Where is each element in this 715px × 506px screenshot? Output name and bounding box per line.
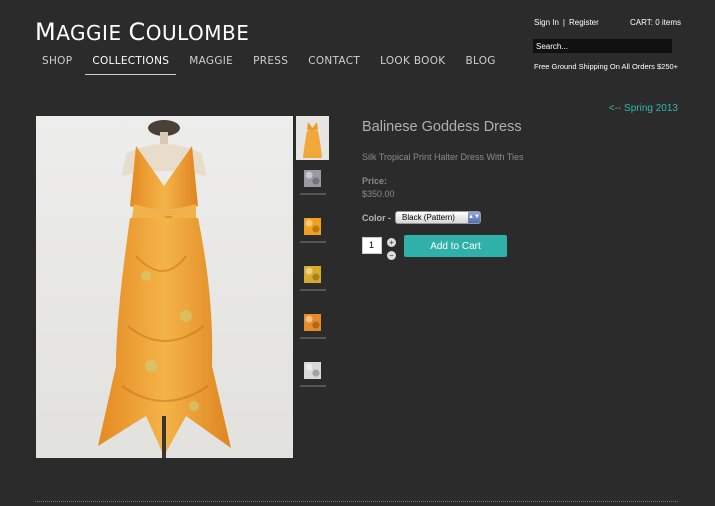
- dress-thumb-icon: [303, 122, 322, 158]
- back-to-collection-link[interactable]: <-- Spring 2013: [609, 103, 678, 114]
- product-main-image[interactable]: [36, 116, 293, 458]
- swatch-black-white-floral: [304, 362, 321, 379]
- color-select-value: Black (Pattern): [402, 213, 455, 222]
- color-select[interactable]: Black (Pattern) ▲▼: [395, 211, 481, 224]
- cart-link[interactable]: CART: 0 items: [630, 18, 681, 27]
- nav-press[interactable]: PRESS: [246, 52, 295, 75]
- nav-maggie[interactable]: MAGGIE: [182, 52, 240, 75]
- site-logo[interactable]: MAGGIE COULOMBE: [35, 18, 249, 46]
- thumbnail-swatch-1[interactable]: [296, 164, 329, 212]
- price-label: Price:: [362, 176, 388, 186]
- thumbnail-caption-bar: [300, 337, 326, 339]
- quantity-decrement-button[interactable]: −: [387, 251, 396, 260]
- dress-illustration: [98, 120, 231, 458]
- register-link[interactable]: Register: [569, 18, 599, 27]
- thumbnail-swatch-2[interactable]: [296, 212, 329, 260]
- price-value: $350.00: [362, 189, 395, 199]
- swatch-orange: [304, 218, 321, 235]
- product-subtitle: Silk Tropical Print Halter Dress With Ti…: [362, 152, 524, 162]
- thumbnail-strip: [296, 116, 329, 404]
- nav-collections[interactable]: COLLECTIONS: [85, 52, 177, 75]
- main-nav: SHOP COLLECTIONS MAGGIE PRESS CONTACT LO…: [35, 52, 509, 75]
- thumbnail-caption-bar: [300, 385, 326, 387]
- thumbnail-swatch-4[interactable]: [296, 308, 329, 356]
- quantity-increment-button[interactable]: +: [387, 238, 396, 247]
- thumbnail-swatch-3[interactable]: [296, 260, 329, 308]
- add-to-cart-button[interactable]: Add to Cart: [404, 235, 507, 257]
- shipping-notice: Free Ground Shipping On All Orders $250+: [534, 62, 679, 71]
- logo-letter-c: C: [128, 18, 146, 46]
- quantity-input[interactable]: 1: [362, 237, 382, 254]
- thumbnail-caption-bar: [300, 193, 326, 195]
- select-arrows-icon: ▲▼: [468, 212, 480, 223]
- nav-contact[interactable]: CONTACT: [301, 52, 367, 75]
- sign-in-link[interactable]: Sign In: [534, 18, 559, 27]
- swatch-orange-floral: [304, 314, 321, 331]
- footer-divider: [35, 501, 678, 502]
- search-input[interactable]: [533, 39, 672, 53]
- nav-blog[interactable]: BLOG: [458, 52, 502, 75]
- logo-text-aggie: AGGIE: [56, 21, 129, 45]
- color-label: Color -: [362, 213, 391, 223]
- logo-text-oulombe: OULOMBE: [145, 21, 250, 45]
- thumbnail-dress[interactable]: [296, 116, 329, 164]
- logo-letter-m: M: [35, 18, 57, 46]
- account-separator: |: [562, 18, 565, 27]
- thumbnail-caption-bar: [300, 289, 326, 291]
- swatch-grey-pattern: [304, 170, 321, 187]
- thumbnail-dress-image: [296, 116, 329, 160]
- nav-look-book[interactable]: LOOK BOOK: [373, 52, 452, 75]
- thumbnail-swatch-5[interactable]: [296, 356, 329, 404]
- nav-shop[interactable]: SHOP: [35, 52, 79, 75]
- swatch-yellow-pattern: [304, 266, 321, 283]
- product-title: Balinese Goddess Dress: [362, 119, 522, 135]
- account-links: Sign In | Register: [534, 18, 599, 27]
- thumbnail-caption-bar: [300, 241, 326, 243]
